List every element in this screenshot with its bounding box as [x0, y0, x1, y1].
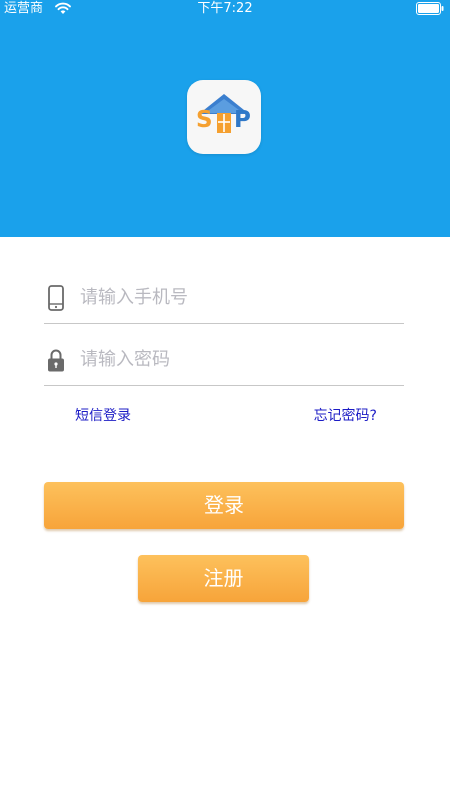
logo-letter-s: S	[196, 107, 213, 133]
phone-field	[44, 263, 404, 324]
sms-login-link[interactable]: 短信登录	[75, 406, 131, 426]
app-logo: S O P	[187, 80, 261, 154]
header-banner: 运营商 下午7:22 S O	[0, 0, 450, 237]
password-input[interactable]	[80, 342, 390, 376]
status-bar: 运营商 下午7:22	[0, 0, 450, 18]
phone-icon	[48, 285, 64, 311]
battery-icon	[416, 2, 444, 15]
login-button[interactable]: 登录	[44, 482, 404, 529]
forgot-password-link[interactable]: 忘记密码?	[314, 406, 377, 426]
login-screen: 运营商 下午7:22 S O	[0, 0, 450, 800]
lock-icon	[48, 349, 64, 372]
logo-letters: S O P	[187, 105, 261, 135]
phone-input[interactable]	[80, 280, 390, 314]
register-button[interactable]: 注册	[138, 555, 309, 602]
logo-letter-o: O	[215, 105, 235, 135]
password-field	[44, 325, 404, 386]
logo-letter-p: P	[234, 107, 251, 133]
status-time: 下午7:22	[197, 1, 253, 16]
